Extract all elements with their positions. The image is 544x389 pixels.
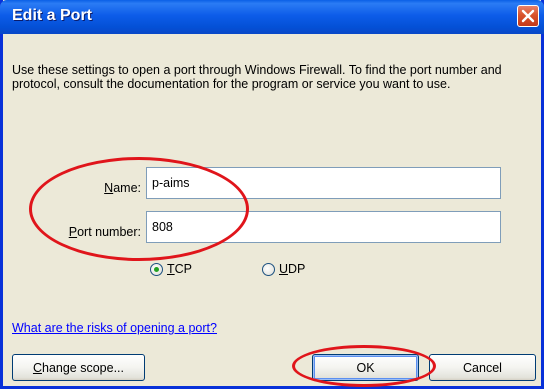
- udp-label-rest: DP: [288, 262, 306, 276]
- dialog-title: Edit a Port: [12, 7, 93, 24]
- udp-radio[interactable]: U DP: [262, 262, 305, 276]
- port-label-accel: P: [68, 225, 78, 239]
- ok-button[interactable]: OK: [312, 354, 419, 381]
- title-bar[interactable]: Edit a Port: [0, 0, 544, 34]
- port-label-rest: ort number:: [77, 225, 141, 239]
- name-label-accel: N: [104, 181, 114, 195]
- udp-label-accel: U: [279, 262, 289, 276]
- tcp-radio[interactable]: T CP: [150, 262, 192, 276]
- name-input[interactable]: [146, 167, 501, 199]
- tcp-label-rest: CP: [174, 262, 193, 276]
- risks-link[interactable]: What are the risks of opening a port?: [12, 321, 217, 335]
- name-label-rest: ame:: [113, 181, 141, 195]
- udp-radio-indicator[interactable]: [262, 262, 275, 276]
- name-label: Name:: [63, 181, 141, 195]
- ok-label: OK: [356, 360, 375, 375]
- tcp-label-accel: T: [167, 262, 175, 276]
- tcp-radio-indicator[interactable]: [150, 262, 163, 276]
- close-icon: [521, 9, 535, 23]
- port-number-input[interactable]: [146, 211, 501, 243]
- close-button[interactable]: [517, 5, 539, 27]
- edit-port-dialog: Edit a Port Use these settings to open a…: [0, 0, 544, 389]
- cancel-label: Cancel: [463, 360, 502, 375]
- change-scope-rest: hange scope...: [42, 360, 125, 375]
- change-scope-button[interactable]: Change scope...: [12, 354, 145, 381]
- change-scope-accel: C: [32, 360, 42, 375]
- description-text: Use these settings to open a port throug…: [12, 63, 502, 91]
- cancel-button[interactable]: Cancel: [429, 354, 536, 381]
- port-number-label: Port number:: [33, 225, 141, 239]
